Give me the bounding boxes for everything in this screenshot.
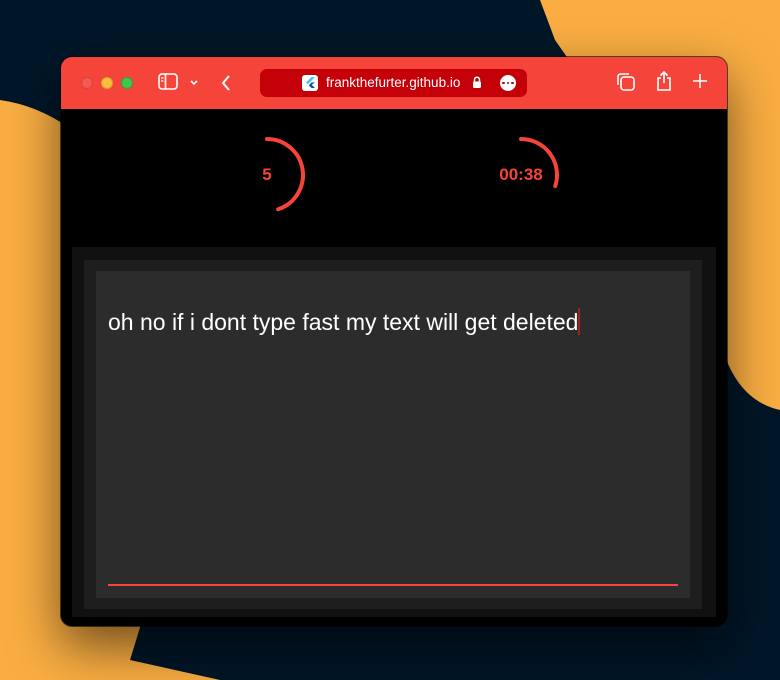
page-content: 5 00:38 oh no if i dont type fast my tex… (61, 109, 727, 626)
text-input-field[interactable]: oh no if i dont type fast my text will g… (96, 271, 690, 598)
typed-text-content: oh no if i dont type fast my text will g… (108, 309, 579, 335)
text-caret (578, 308, 581, 335)
zoom-window-button[interactable] (121, 77, 133, 89)
elapsed-value: 00:38 (499, 165, 543, 184)
close-window-button[interactable] (81, 77, 93, 89)
address-bar[interactable]: frankthefurter.github.io (260, 69, 527, 97)
typed-text[interactable]: oh no if i dont type fast my text will g… (108, 308, 581, 335)
sidebar-icon[interactable] (158, 73, 178, 91)
editor-frame: oh no if i dont type fast my text will g… (84, 260, 702, 609)
input-underline (108, 584, 678, 586)
elapsed-timer: 00:38 (481, 135, 561, 215)
chevron-left-icon[interactable] (220, 74, 232, 92)
share-icon[interactable] (655, 70, 673, 92)
minimize-window-button[interactable] (101, 77, 113, 89)
editor-container: oh no if i dont type fast my text will g… (72, 247, 716, 617)
browser-toolbar: frankthefurter.github.io (61, 57, 727, 109)
ellipsis-icon[interactable] (500, 75, 516, 91)
tabs-overview-icon[interactable] (616, 72, 636, 92)
countdown-timer: 5 (227, 135, 307, 215)
plus-icon[interactable] (692, 73, 708, 89)
url-text: frankthefurter.github.io (326, 75, 461, 90)
browser-window: frankthefurter.github.io 5 00:38 oh no i… (61, 57, 727, 626)
chevron-down-icon[interactable] (189, 79, 199, 87)
countdown-value: 5 (262, 165, 272, 184)
flutter-icon (302, 75, 318, 91)
lock-icon (472, 76, 482, 94)
